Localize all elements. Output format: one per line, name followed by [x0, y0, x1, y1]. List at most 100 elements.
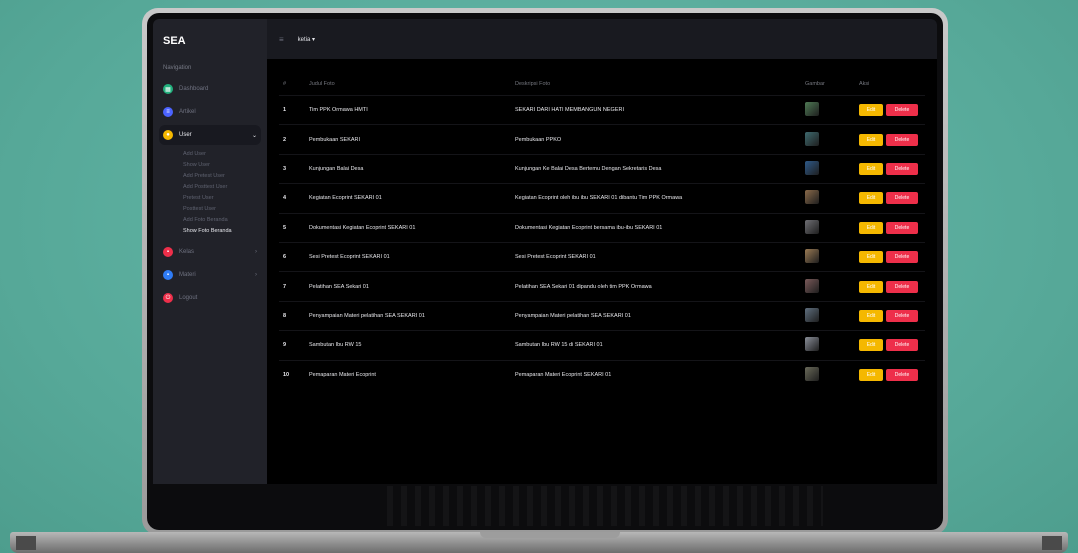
row-gambar	[801, 212, 855, 243]
row-deskripsi: Dokumentasi Kegiatan Ecoprint bersama ib…	[511, 212, 801, 243]
topbar: ≡ ketia ▾	[267, 19, 937, 59]
user-menu[interactable]: ketia ▾	[298, 36, 315, 43]
user-icon: ●	[163, 130, 173, 140]
row-judul: Dokumentasi Kegiatan Ecoprint SEKARI 01	[305, 212, 511, 243]
photo-thumbnail[interactable]	[805, 249, 819, 264]
row-judul: Sesi Pretest Ecoprint SEKARI 01	[305, 241, 511, 272]
row-deskripsi: Penyampaian Materi pelatihan SEA SEKARI …	[511, 300, 801, 331]
sidebar-item-dashboard[interactable]: ▦ Dashboard	[159, 79, 261, 99]
sidebar-subitem-add-foto-beranda[interactable]: Add Foto Beranda	[159, 214, 261, 225]
sidebar-subitem-add-posttest-user[interactable]: Add Posttest User	[159, 181, 261, 192]
photo-thumbnail[interactable]	[805, 307, 819, 322]
edit-button[interactable]: Edit	[859, 133, 883, 146]
main-area: ≡ ketia ▾ # Judul Foto Deskripsi Foto Ga…	[267, 19, 937, 484]
row-aksi: Edit Delete	[855, 212, 925, 243]
row-aksi: Edit Delete	[855, 300, 925, 331]
delete-button[interactable]: Delete	[886, 251, 918, 264]
laptop-hinge-left	[16, 536, 36, 550]
photo-thumbnail[interactable]	[805, 131, 819, 146]
row-gambar	[801, 241, 855, 272]
laptop-notch	[480, 532, 620, 538]
edit-button[interactable]: Edit	[859, 368, 883, 381]
sidebar-item-materi[interactable]: ▪ Materi ›	[159, 265, 261, 285]
photo-thumbnail[interactable]	[805, 366, 819, 381]
foto-table: # Judul Foto Deskripsi Foto Gambar Aksi …	[279, 75, 925, 390]
edit-button[interactable]: Edit	[859, 104, 883, 117]
row-gambar	[801, 153, 855, 184]
nav-heading: Navigation	[163, 65, 192, 71]
table-row: 10 Pemaparan Materi Ecoprint Pemaparan Mat…	[279, 359, 925, 390]
laptop-hinge-right	[1042, 536, 1062, 550]
row-aksi: Edit Delete	[855, 271, 925, 302]
logout-icon: ⏻	[163, 293, 173, 303]
photo-thumbnail[interactable]	[805, 102, 819, 117]
sidebar-item-kelas[interactable]: ▪ Kelas ›	[159, 242, 261, 262]
keyboard-reflection	[387, 486, 823, 526]
sidebar-item-logout[interactable]: ⏻ Logout	[159, 288, 261, 308]
menu-toggle-icon[interactable]: ≡	[279, 35, 284, 44]
edit-button[interactable]: Edit	[859, 339, 883, 352]
row-aksi: Edit Delete	[855, 241, 925, 272]
sidebar-item-artikel[interactable]: ≡ Artikel	[159, 102, 261, 122]
col-header-deskripsi: Deskripsi Foto	[515, 81, 551, 87]
row-number: 10	[279, 359, 305, 390]
row-judul: Pemaparan Materi Ecoprint	[305, 359, 511, 390]
edit-button[interactable]: Edit	[859, 192, 883, 205]
sidebar-item-label: Materi	[179, 272, 196, 278]
table-body: 1 Tim PPK Ormawa HMTI SEKARI DARI HATI MEM…	[279, 94, 925, 390]
sidebar-subitem-pretest-user[interactable]: Pretest User	[159, 192, 261, 203]
photo-thumbnail[interactable]	[805, 278, 819, 293]
row-judul: Tim PPK Ormawa HMTI	[305, 94, 511, 125]
book-icon: ▪	[163, 270, 173, 280]
screen: SEA Navigation ▦ Dashboard ≡ Artikel ● U…	[153, 19, 937, 484]
table-row: 1 Tim PPK Ormawa HMTI SEKARI DARI HATI MEM…	[279, 94, 925, 125]
col-header-aksi: Aksi	[859, 81, 870, 87]
laptop-lid: SEA Navigation ▦ Dashboard ≡ Artikel ● U…	[142, 8, 948, 535]
photo-thumbnail[interactable]	[805, 219, 819, 234]
row-number: 3	[279, 153, 305, 184]
sidebar-subitem-posttest-user[interactable]: Posttest User	[159, 203, 261, 214]
col-header-number: #	[283, 81, 287, 87]
col-header-judul: Judul Foto	[309, 81, 335, 87]
row-aksi: Edit Delete	[855, 124, 925, 155]
photo-thumbnail[interactable]	[805, 160, 819, 175]
delete-button[interactable]: Delete	[886, 309, 918, 322]
row-judul: Sambutan Ibu RW 15	[305, 330, 511, 361]
row-number: 8	[279, 300, 305, 331]
delete-button[interactable]: Delete	[886, 339, 918, 352]
delete-button[interactable]: Delete	[886, 192, 918, 205]
delete-button[interactable]: Delete	[886, 133, 918, 146]
sidebar-subitem-add-user[interactable]: Add User	[159, 148, 261, 159]
delete-button[interactable]: Delete	[886, 162, 918, 175]
sidebar-item-label: Logout	[179, 295, 198, 301]
sidebar-item-label: Kelas	[179, 249, 195, 255]
photo-thumbnail[interactable]	[805, 337, 819, 352]
edit-button[interactable]: Edit	[859, 280, 883, 293]
delete-button[interactable]: Delete	[886, 221, 918, 234]
row-gambar	[801, 94, 855, 125]
row-gambar	[801, 271, 855, 302]
sidebar-subitem-show-user[interactable]: Show User	[159, 159, 261, 170]
edit-button[interactable]: Edit	[859, 162, 883, 175]
edit-button[interactable]: Edit	[859, 251, 883, 264]
row-judul: Kegiatan Ecoprint SEKARI 01	[305, 183, 511, 214]
table-row: 5 Dokumentasi Kegiatan Ecoprint SEKARI 01…	[279, 212, 925, 243]
brand-logo[interactable]: SEA	[159, 27, 261, 61]
edit-button[interactable]: Edit	[859, 309, 883, 322]
delete-button[interactable]: Delete	[886, 368, 918, 381]
photo-thumbnail[interactable]	[805, 190, 819, 205]
row-deskripsi: Pemaparan Materi Ecoprint SEKARI 01	[511, 359, 801, 390]
laptop-base	[10, 532, 1068, 553]
row-judul: Pembukaan SEKARI	[305, 124, 511, 155]
delete-button[interactable]: Delete	[886, 104, 918, 117]
row-gambar	[801, 359, 855, 390]
row-number: 5	[279, 212, 305, 243]
sidebar-item-user[interactable]: ● User ⌄	[159, 125, 261, 145]
edit-button[interactable]: Edit	[859, 221, 883, 234]
table-row: 4 Kegiatan Ecoprint SEKARI 01 Kegiatan Eco…	[279, 183, 925, 214]
delete-button[interactable]: Delete	[886, 280, 918, 293]
row-deskripsi: Kunjungan Ke Balai Desa Bertemu Dengan S…	[511, 153, 801, 184]
sidebar-subitem-show-foto-beranda[interactable]: Show Foto Beranda	[159, 225, 261, 236]
row-deskripsi: Sesi Pretest Ecoprint SEKARI 01	[511, 241, 801, 272]
sidebar-subitem-add-pretest-user[interactable]: Add Pretest User	[159, 170, 261, 181]
